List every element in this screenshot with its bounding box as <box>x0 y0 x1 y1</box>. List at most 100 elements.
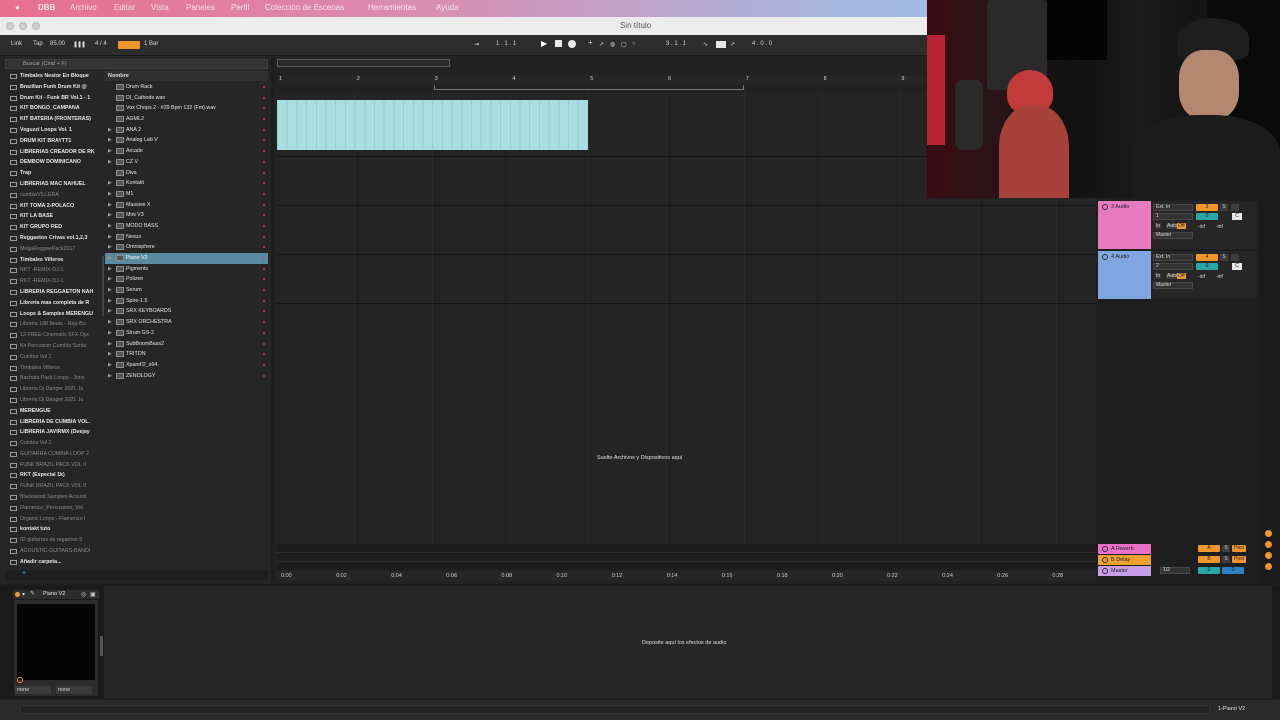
content-item[interactable]: ▶ MODO BASS <box>105 221 268 232</box>
content-item[interactable]: Drum Rack <box>105 82 268 93</box>
session-record-icon[interactable]: ○ <box>632 41 636 47</box>
content-item[interactable]: Diva <box>105 168 268 179</box>
content-item[interactable]: ▶ Nexus <box>105 232 268 243</box>
menu-paneles[interactable]: Paneles <box>186 3 215 12</box>
track-name-header[interactable]: 4 Audio <box>1098 251 1151 299</box>
place-item[interactable]: Brazilian Funk Drum Kit @ <box>5 82 101 93</box>
link-button[interactable]: Link <box>11 41 22 47</box>
apple-icon[interactable]: ● <box>15 3 20 12</box>
loop-start-field[interactable]: 3 . 1 . 1 <box>666 41 686 47</box>
monitor-off-button[interactable]: Off <box>1177 223 1186 229</box>
place-item[interactable]: Libreria Dj Danger 2021 Ju <box>5 395 101 406</box>
place-item[interactable]: Drum Kit - Funk BR Vol.1 - 1 <box>5 93 101 104</box>
view-toggle-3[interactable] <box>1265 552 1272 559</box>
pan-knob[interactable]: C <box>1232 213 1242 220</box>
place-item[interactable]: LIBRERIA REGGAETON NAH <box>5 287 101 298</box>
solo-button[interactable]: S <box>1220 254 1228 261</box>
content-header[interactable]: Nombre <box>105 71 268 81</box>
expand-arrow-icon[interactable]: ▶ <box>108 232 112 243</box>
overdub-icon[interactable]: + <box>588 38 593 47</box>
close-window-button[interactable] <box>6 22 14 30</box>
track-activator-icon[interactable] <box>1102 254 1108 260</box>
content-item[interactable]: ▶ SRX ORCHESTRA <box>105 317 268 328</box>
menu-vista[interactable]: Vista <box>151 3 169 12</box>
track-activator-button[interactable]: 3 <box>1196 204 1218 211</box>
add-icon[interactable]: + <box>22 570 26 577</box>
monitor-in-button[interactable]: In <box>1155 273 1162 279</box>
time-ruler[interactable]: 0:00 0:02 0:04 0:06 0:08 0:10 0:12 0:14 0:16 0:18… <box>277 571 1096 581</box>
input-type-select[interactable]: Ext. In <box>1153 204 1193 211</box>
cue-volume-field[interactable]: 0 <box>1222 567 1244 574</box>
places-scrollbar[interactable] <box>102 256 104 316</box>
place-item[interactable]: Kit Percusion Cumbia Santa <box>5 341 101 352</box>
content-item[interactable]: AGML2 <box>105 114 268 125</box>
view-toggle-4[interactable] <box>1265 563 1272 570</box>
name-column-header[interactable]: Nombre <box>108 73 129 79</box>
expand-arrow-icon[interactable]: ▶ <box>108 349 112 360</box>
content-item[interactable]: ▶ Arcade <box>105 146 268 157</box>
content-item[interactable]: ▶ Strum GS-2 <box>105 328 268 339</box>
menu-perfil[interactable]: Perfil <box>231 3 249 12</box>
menu-editar[interactable]: Editar <box>114 3 135 12</box>
loop-brace[interactable] <box>434 85 744 90</box>
track-activator-icon[interactable] <box>1102 204 1108 210</box>
place-item[interactable]: Cumbia Vol 1 <box>5 438 101 449</box>
content-item[interactable]: ▶ Mini V3 <box>105 210 268 221</box>
place-item[interactable]: cumbiaVILLERA <box>5 190 101 201</box>
expand-arrow-icon[interactable]: ▶ <box>108 317 112 328</box>
content-item[interactable]: ▶ Spire-1.5 <box>105 296 268 307</box>
master-volume-field[interactable]: 0 <box>1198 567 1220 574</box>
plugin-display[interactable] <box>17 604 95 680</box>
expand-arrow-icon[interactable]: ▶ <box>108 306 112 317</box>
place-item[interactable]: Blackwood Samples Acousti <box>5 492 101 503</box>
play-button[interactable]: ▶ <box>541 39 547 48</box>
expand-arrow-icon[interactable]: ▶ <box>108 221 112 232</box>
arm-button[interactable] <box>1231 204 1239 211</box>
return-activator-button[interactable]: A <box>1198 545 1220 552</box>
expand-arrow-icon[interactable]: ▶ <box>108 285 112 296</box>
arm-button[interactable] <box>1231 254 1239 261</box>
fold-icon[interactable]: ▾ <box>22 591 25 598</box>
place-item[interactable]: Reggaeton Crivas vol.1,2,3 <box>5 233 101 244</box>
save-preset-icon[interactable]: ▣ <box>90 591 96 598</box>
expand-arrow-icon[interactable]: ▶ <box>108 200 112 211</box>
menu-coleccion[interactable]: Colección de Escenas <box>265 3 344 12</box>
post-toggle[interactable]: Post <box>1232 556 1246 563</box>
expand-arrow-icon[interactable]: ▶ <box>108 146 112 157</box>
knob-icon[interactable] <box>17 677 23 683</box>
place-item[interactable]: Trap <box>5 168 101 179</box>
view-toggle-1[interactable] <box>1265 530 1272 537</box>
effects-drop-area[interactable]: Deposite aquí los efectos de audio <box>104 586 1272 698</box>
place-item[interactable]: LIBRERIA DE CUMBIA VOL. <box>5 417 101 428</box>
return-activator-icon[interactable] <box>1102 546 1108 552</box>
follow-icon[interactable]: ⇥ <box>474 41 479 48</box>
place-item[interactable]: KIT TOMA 2-POLACO <box>5 201 101 212</box>
return-activator-icon[interactable] <box>1102 568 1108 574</box>
volume-field[interactable]: 0 <box>1196 213 1218 220</box>
place-item[interactable]: LIBRERIAS MAC NAHUEL <box>5 179 101 190</box>
capture-midi-icon[interactable]: ▢ <box>621 41 627 48</box>
content-item[interactable]: ▶ Kontakt <box>105 178 268 189</box>
expand-arrow-icon[interactable]: ▶ <box>108 371 112 382</box>
content-item[interactable]: ▶ SRX KEYBOARDS <box>105 306 268 317</box>
loop-length-field[interactable]: 4 . 0 . 0 <box>752 41 772 47</box>
expand-arrow-icon[interactable]: ▶ <box>108 178 112 189</box>
place-item[interactable]: Timbales Villeros <box>5 255 101 266</box>
pan-knob[interactable]: C <box>1232 263 1242 270</box>
place-item[interactable]: 02 guitarras de regaeton 9 <box>5 535 101 546</box>
place-item[interactable]: DEMBOW DOMINICANO <box>5 157 101 168</box>
return-name-header[interactable]: A Reverb <box>1098 544 1151 554</box>
cue-select[interactable]: 1/2 <box>1160 567 1190 574</box>
volume-field[interactable]: 0 <box>1196 263 1218 270</box>
loop-toggle[interactable] <box>716 41 726 48</box>
content-item[interactable]: ▶ TRITON <box>105 349 268 360</box>
place-item[interactable]: KIT BATERIA (FRONTERAS) <box>5 114 101 125</box>
song-position[interactable]: 1 . 1 . 1 <box>496 41 516 47</box>
place-item[interactable]: Libreria Dj Danger 2021 Ju <box>5 384 101 395</box>
expand-arrow-icon[interactable]: ▶ <box>108 125 112 136</box>
device-power-icon[interactable] <box>15 592 20 597</box>
expand-arrow-icon[interactable]: ▶ <box>108 328 112 339</box>
place-item[interactable]: kontakt tuto <box>5 524 101 535</box>
track-name-header[interactable]: 3 Audio <box>1098 201 1151 249</box>
content-item[interactable]: ▶ CZ V <box>105 157 268 168</box>
